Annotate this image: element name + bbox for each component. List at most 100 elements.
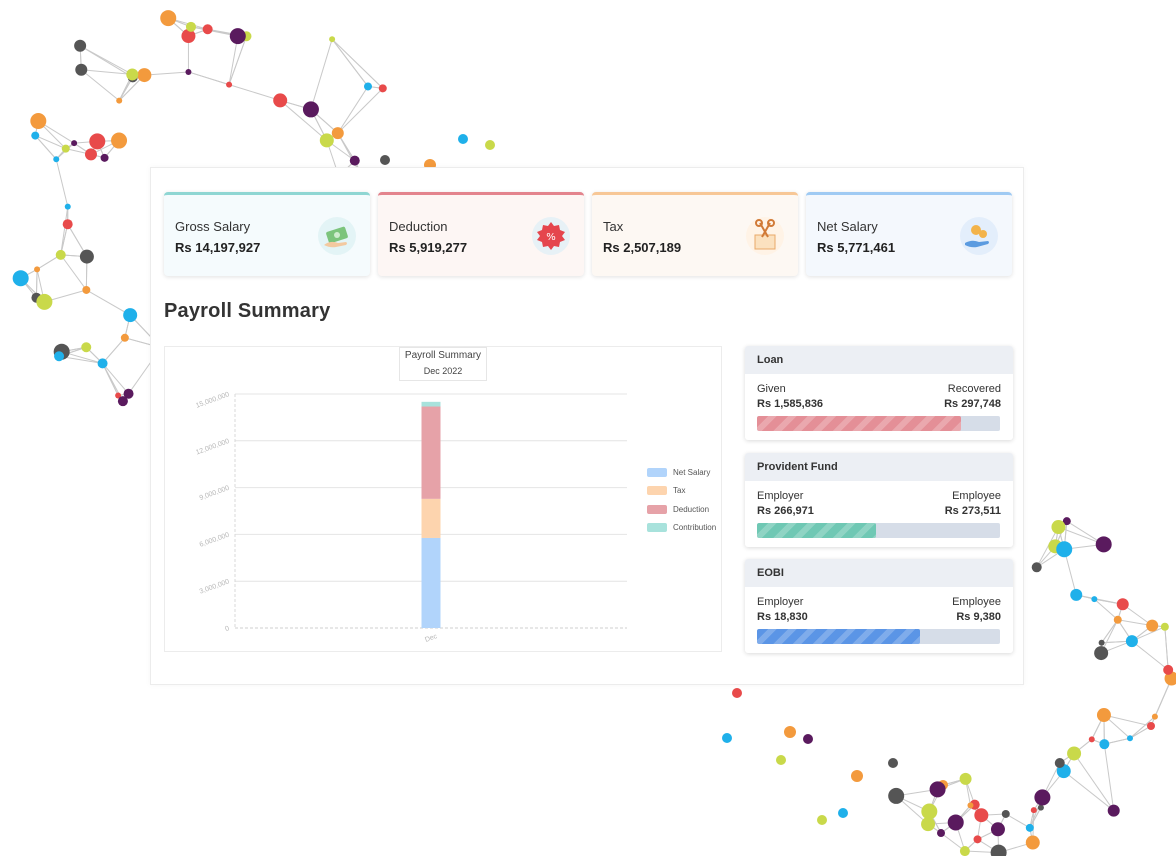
network-node [1163,664,1174,675]
eobi-left-label: Employer [757,596,804,608]
network-node [959,846,970,856]
network-node [378,84,387,93]
net-salary-card[interactable]: Net Salary Rs 5,771,461 [806,192,1012,276]
legend-item[interactable]: Net Salary [647,463,716,482]
percent-badge-icon: % [532,217,570,255]
card-value: Rs 5,919,277 [389,240,468,255]
network-node [921,803,938,820]
network-node [185,68,192,75]
network-node [100,153,109,162]
network-node [888,787,905,804]
chart-title: Payroll Summary [404,350,482,361]
network-node [81,342,92,353]
legend-label: Contribution [673,523,717,533]
network-node [319,133,334,148]
legend-item[interactable]: Deduction [647,500,716,519]
pf-progress-track [757,523,1000,538]
network-node [331,127,344,140]
network-node [1113,615,1122,624]
eobi-employer-value: Rs 18,830 [757,611,808,623]
scatter-dot [838,808,848,818]
y-tick-label: 12,000,000 [195,438,230,457]
bar-segment-contribution [421,401,441,407]
deduction-card[interactable]: Deduction Rs 5,919,277 % [378,192,584,276]
network-node [120,333,129,342]
network-node [1067,746,1082,761]
network-node [55,249,66,260]
scatter-dot [722,733,732,743]
scatter-dot [458,134,468,144]
network-node [82,285,91,294]
network-node [929,781,946,798]
network-node [1030,807,1037,814]
eobi-employee-value: Rs 9,380 [956,611,1001,623]
network-node [1099,739,1110,750]
coins-hand-icon [960,217,998,255]
network-node [74,39,87,52]
network-node [79,249,94,264]
network-node [1091,596,1098,603]
network-node [185,21,196,32]
payroll-chart: 0 3,000,000 6,000,000 9,000,000 12,000,000 15… [164,346,722,652]
network-node [1034,789,1051,806]
eobi-card: EOBI Employer Employee Rs 18,830 Rs 9,38… [745,559,1013,653]
network-node [1054,758,1065,769]
bar-segment-deduction [421,406,441,499]
pf-right-label: Employee [952,490,1001,502]
y-tick-label: 3,000,000 [199,578,231,595]
loan-given-value: Rs 1,585,836 [757,398,824,410]
network-node [54,351,65,362]
network-node [1160,622,1169,631]
legend-label: Deduction [673,504,710,514]
network-node [273,93,288,108]
tax-card[interactable]: Tax Rs 2,507,189 [592,192,798,276]
network-node [1126,735,1133,742]
network-node [117,396,128,407]
network-node [123,308,138,323]
legend-item[interactable]: Contribution [647,519,716,538]
gross-salary-card[interactable]: Gross Salary Rs 14,197,927 [164,192,370,276]
y-tick-label: 15,000,000 [195,391,230,410]
network-node [990,844,1007,856]
y-tick-label: 6,000,000 [199,532,231,549]
network-node [1125,635,1138,648]
eobi-title: EOBI [745,559,1013,587]
legend-swatch [647,486,667,496]
card-label: Deduction [389,219,448,234]
pf-employee-value: Rs 273,511 [944,505,1001,517]
network-node [967,802,974,809]
network-node [1094,646,1109,661]
network-node [959,772,972,785]
network-node [75,63,88,76]
scatter-dot [732,688,742,698]
network-node [1051,520,1066,535]
network-node [349,155,360,166]
pf-progress-fill [757,523,877,538]
legend-swatch [647,504,667,514]
network-node [947,814,964,831]
loan-progress-track [757,416,1000,431]
network-node [329,36,336,43]
network-node [990,822,1005,837]
legend-swatch [647,467,667,477]
bar-segment-net-salary [421,537,441,628]
card-label: Tax [603,219,624,234]
legend-swatch [647,523,667,533]
pf-employer-value: Rs 266,971 [757,505,814,517]
network-node [1107,804,1120,817]
scatter-dot [851,770,863,782]
network-node [111,132,128,149]
provident-fund-title: Provident Fund [745,453,1013,481]
legend-item[interactable]: Tax [647,482,716,501]
loan-right-label: Recovered [947,383,1001,395]
network-node [84,148,97,161]
network-node [53,156,60,163]
chart-legend: Net Salary Tax Deduction Contribution [647,463,716,537]
legend-label: Net Salary [673,467,711,477]
scatter-dot [485,140,495,150]
eobi-right-label: Employee [952,596,1001,608]
card-label: Gross Salary [175,219,251,234]
eobi-progress-fill [757,629,920,644]
network-node [973,835,982,844]
network-node [1146,619,1159,632]
